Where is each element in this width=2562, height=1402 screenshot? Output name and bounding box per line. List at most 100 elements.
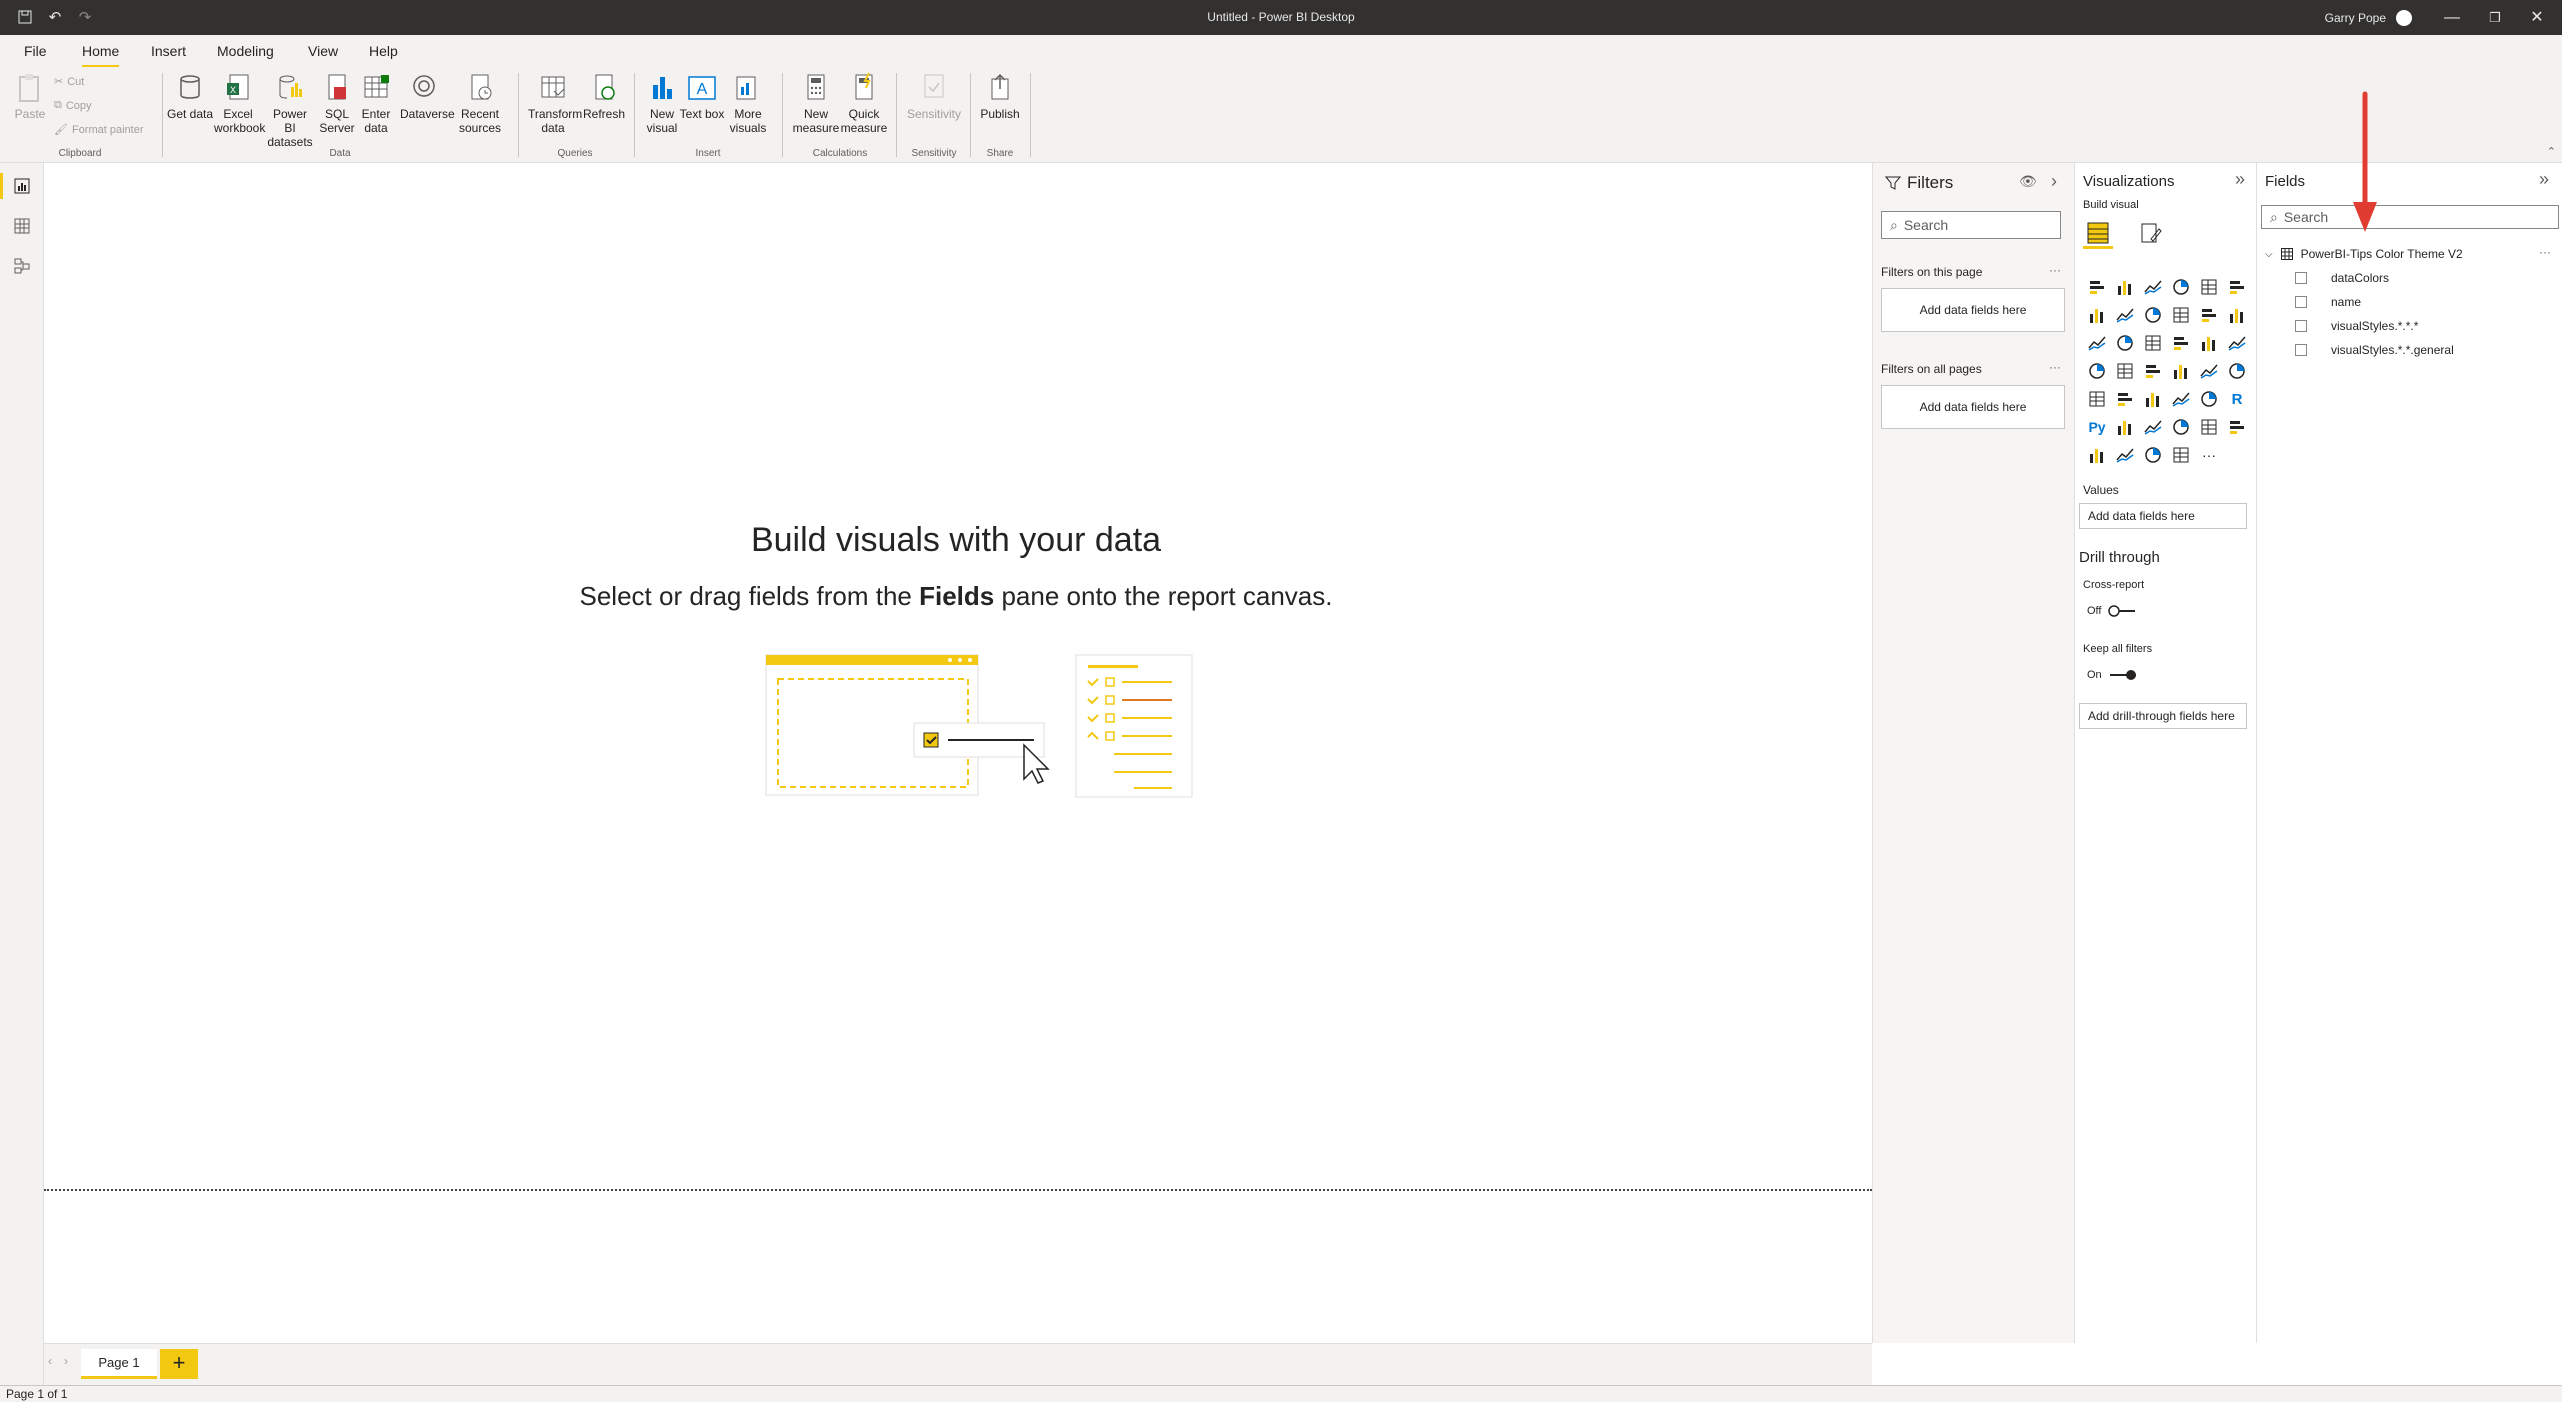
menu-insert[interactable]: Insert — [151, 43, 186, 59]
next-page-icon[interactable]: › — [64, 1354, 68, 1368]
key-influencers-visual-icon[interactable] — [2111, 413, 2139, 441]
python-visual-visual-icon[interactable]: Py — [2083, 413, 2111, 441]
field-item[interactable]: dataColors — [2295, 271, 2389, 285]
stacked-area-visual-icon[interactable] — [2139, 301, 2167, 329]
collapse-visualizations-icon[interactable]: » — [2235, 169, 2245, 190]
area-visual-icon[interactable] — [2111, 301, 2139, 329]
field-checkbox[interactable] — [2295, 320, 2307, 332]
shape-map-visual-icon[interactable] — [2139, 357, 2167, 385]
menu-modeling[interactable]: Modeling — [217, 43, 274, 59]
stacked-column-visual-icon[interactable] — [2111, 273, 2139, 301]
gauge-visual-icon[interactable] — [2195, 357, 2223, 385]
data-view-icon[interactable] — [9, 213, 35, 239]
values-dropzone[interactable]: Add data fields here — [2079, 503, 2247, 529]
menu-file[interactable]: File — [24, 43, 47, 59]
field-item[interactable]: name — [2295, 295, 2361, 309]
dataverse-button[interactable]: Dataverse — [400, 71, 455, 121]
donut-visual-icon[interactable] — [2195, 329, 2223, 357]
metrics-visual-icon[interactable] — [2223, 413, 2251, 441]
field-checkbox[interactable] — [2295, 272, 2307, 284]
pie-visual-icon[interactable] — [2167, 329, 2195, 357]
cross-report-toggle[interactable]: Off — [2083, 605, 2137, 617]
model-view-icon[interactable] — [9, 253, 35, 279]
fields-search-input[interactable]: ⌕ Search — [2261, 205, 2559, 229]
new-measure-button[interactable]: New measure — [790, 71, 842, 135]
restore-button[interactable]: ❐ — [2475, 6, 2515, 30]
kpi-visual-icon[interactable] — [2111, 385, 2139, 413]
enter-data-button[interactable]: Enter data — [352, 71, 400, 135]
multi-row-card-visual-icon[interactable] — [2083, 385, 2111, 413]
slicer-visual-icon[interactable] — [2139, 385, 2167, 413]
line-clustered-visual-icon[interactable] — [2195, 301, 2223, 329]
recent-sources-button[interactable]: Recent sources — [456, 71, 504, 135]
keep-all-filters-toggle[interactable]: On — [2083, 669, 2138, 681]
field-checkbox[interactable] — [2295, 344, 2307, 356]
more-visual-icon[interactable]: ··· — [2195, 441, 2223, 469]
add-page-button[interactable]: + — [160, 1349, 198, 1379]
arcgis-visual-icon[interactable] — [2111, 441, 2139, 469]
menu-home[interactable]: Home — [82, 43, 120, 68]
collapse-ribbon-icon[interactable]: ⌃ — [2547, 145, 2556, 158]
excel-workbook-button[interactable]: X Excel workbook — [214, 71, 265, 135]
stacked-bar-visual-icon[interactable] — [2083, 273, 2111, 301]
field-item[interactable]: visualStyles.*.*.* — [2295, 319, 2418, 333]
narrative-visual-icon[interactable] — [2195, 413, 2223, 441]
paginated-visual-icon[interactable] — [2083, 441, 2111, 469]
sensitivity-label: Sensitivity — [906, 107, 962, 121]
refresh-button[interactable]: Refresh — [580, 71, 628, 121]
user-account[interactable]: Garry Pope — [2325, 10, 2412, 26]
collapse-fields-icon[interactable]: » — [2539, 169, 2549, 190]
100-bar-visual-icon[interactable] — [2195, 273, 2223, 301]
field-item[interactable]: visualStyles.*.*.general — [2295, 343, 2454, 357]
power-bi-datasets-button[interactable]: Power BI datasets — [266, 71, 314, 149]
qa-visual-icon[interactable] — [2167, 413, 2195, 441]
format-visual-tab[interactable] — [2139, 221, 2163, 250]
line-visual-icon[interactable] — [2083, 301, 2111, 329]
more-options-icon[interactable]: ··· — [2539, 245, 2551, 259]
funnel-visual-icon[interactable] — [2111, 329, 2139, 357]
power-apps-visual-icon[interactable] — [2139, 441, 2167, 469]
scatter-visual-icon[interactable] — [2139, 329, 2167, 357]
matrix-visual-icon[interactable] — [2195, 385, 2223, 413]
more-visuals-button[interactable]: More visuals — [724, 71, 772, 135]
ribbon-visual-icon[interactable] — [2223, 301, 2251, 329]
waterfall-visual-icon[interactable] — [2083, 329, 2111, 357]
publish-button[interactable]: Publish — [976, 71, 1024, 121]
page-tab[interactable]: Page 1 — [81, 1349, 157, 1379]
azure-map-visual-icon[interactable] — [2167, 357, 2195, 385]
table-node[interactable]: ⌵ PowerBI-Tips Color Theme V2 — [2265, 247, 2463, 261]
prev-page-icon[interactable]: ‹ — [48, 1354, 52, 1368]
line-column-visual-icon[interactable] — [2167, 301, 2195, 329]
collapse-filters-icon[interactable]: › — [2051, 171, 2057, 192]
drill-through-dropzone[interactable]: Add drill-through fields here — [2079, 703, 2247, 729]
card-visual-icon[interactable] — [2223, 357, 2251, 385]
clustered-column-visual-icon[interactable] — [2167, 273, 2195, 301]
menu-help[interactable]: Help — [369, 43, 398, 59]
filters-search-input[interactable]: ⌕ Search — [1881, 211, 2061, 239]
100-column-visual-icon[interactable] — [2223, 273, 2251, 301]
eye-icon[interactable]: 👁 — [2019, 173, 2037, 190]
menu-view[interactable]: View — [308, 43, 338, 59]
table-visual-icon[interactable] — [2167, 385, 2195, 413]
treemap-visual-icon[interactable] — [2223, 329, 2251, 357]
transform-data-button[interactable]: Transform data — [528, 71, 582, 135]
map-visual-icon[interactable] — [2083, 357, 2111, 385]
decomposition-tree-visual-icon[interactable] — [2139, 413, 2167, 441]
filters-on-page-dropzone[interactable]: Add data fields here — [1881, 288, 2065, 332]
report-view-icon[interactable] — [0, 173, 35, 199]
filled-map-visual-icon[interactable] — [2111, 357, 2139, 385]
get-data-button[interactable]: Get data — [166, 71, 214, 121]
clustered-bar-visual-icon[interactable] — [2139, 273, 2167, 301]
power-automate-visual-icon[interactable] — [2167, 441, 2195, 469]
quick-measure-button[interactable]: Quick measure — [838, 71, 890, 135]
more-options-icon[interactable]: ··· — [2049, 360, 2061, 374]
close-button[interactable]: ✕ — [2517, 6, 2557, 30]
build-visual-tab[interactable] — [2083, 219, 2113, 249]
minimize-button[interactable]: — — [2432, 6, 2472, 30]
filters-on-all-pages-dropzone[interactable]: Add data fields here — [1881, 385, 2065, 429]
r-visual-visual-icon[interactable]: R — [2223, 385, 2251, 413]
report-canvas[interactable]: Build visuals with your data Select or d… — [44, 163, 1872, 1343]
text-box-button[interactable]: A Text box — [678, 71, 726, 121]
field-checkbox[interactable] — [2295, 296, 2307, 308]
more-options-icon[interactable]: ··· — [2049, 263, 2061, 277]
